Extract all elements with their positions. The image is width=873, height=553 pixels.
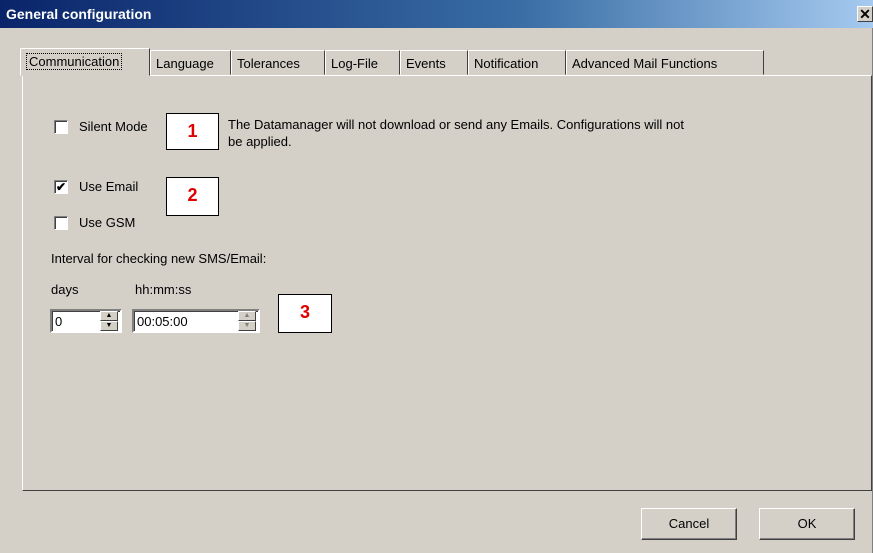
annotation-1: 1: [166, 113, 219, 150]
days-up-icon[interactable]: ▲: [100, 311, 118, 321]
tab-notification[interactable]: Notification: [468, 50, 566, 75]
days-spinner: ▲ ▼: [100, 311, 118, 331]
days-label: days: [51, 282, 79, 297]
use-email-checkbox[interactable]: ✔: [54, 180, 68, 194]
tab-label: Events: [406, 56, 446, 71]
close-icon[interactable]: ✕: [857, 6, 873, 22]
tab-events[interactable]: Events: [400, 50, 468, 75]
tab-language[interactable]: Language: [150, 50, 231, 75]
window-title: General configuration: [6, 6, 152, 22]
interval-label: Interval for checking new SMS/Email:: [51, 251, 267, 266]
tab-label: Language: [156, 56, 214, 71]
use-gsm-label: Use GSM: [79, 215, 136, 230]
tab-label: Log-File: [331, 56, 378, 71]
config-dialog: General configuration ✕ Communication La…: [0, 0, 873, 553]
tab-label: Advanced Mail Functions: [572, 56, 718, 71]
time-spinner: ▲ ▼: [238, 311, 256, 331]
tab-advanced-mail-functions[interactable]: Advanced Mail Functions: [566, 50, 764, 75]
time-up-icon[interactable]: ▲: [238, 311, 256, 321]
tab-label: Communication: [26, 53, 123, 70]
tab-log-file[interactable]: Log-File: [325, 50, 400, 75]
use-email-label: Use Email: [79, 179, 139, 194]
cancel-button[interactable]: Cancel: [641, 508, 737, 540]
tab-tolerances[interactable]: Tolerances: [231, 50, 325, 75]
tab-communication[interactable]: Communication: [20, 48, 150, 76]
tab-panel-communication: Silent Mode 1 The Datamanager will not d…: [22, 75, 872, 491]
title-bar[interactable]: General configuration ✕: [0, 0, 873, 28]
annotation-3: 3: [278, 294, 332, 333]
use-gsm-checkbox[interactable]: [54, 216, 68, 230]
days-value: 0: [55, 314, 63, 329]
time-value: 00:05:00: [137, 314, 188, 329]
ok-button[interactable]: OK: [759, 508, 855, 540]
silent-mode-checkbox[interactable]: [54, 120, 68, 134]
time-down-icon[interactable]: ▼: [238, 321, 256, 331]
silent-mode-description: The Datamanager will not download or sen…: [228, 117, 684, 132]
tab-label: Notification: [474, 56, 539, 71]
silent-mode-description-cont: be applied.: [228, 134, 292, 149]
tab-label: Tolerances: [237, 56, 300, 71]
silent-mode-label: Silent Mode: [79, 119, 148, 134]
check-icon: ✔: [55, 180, 67, 194]
annotation-2: 2: [166, 177, 219, 216]
days-down-icon[interactable]: ▼: [100, 321, 118, 331]
time-label: hh:mm:ss: [135, 282, 192, 297]
